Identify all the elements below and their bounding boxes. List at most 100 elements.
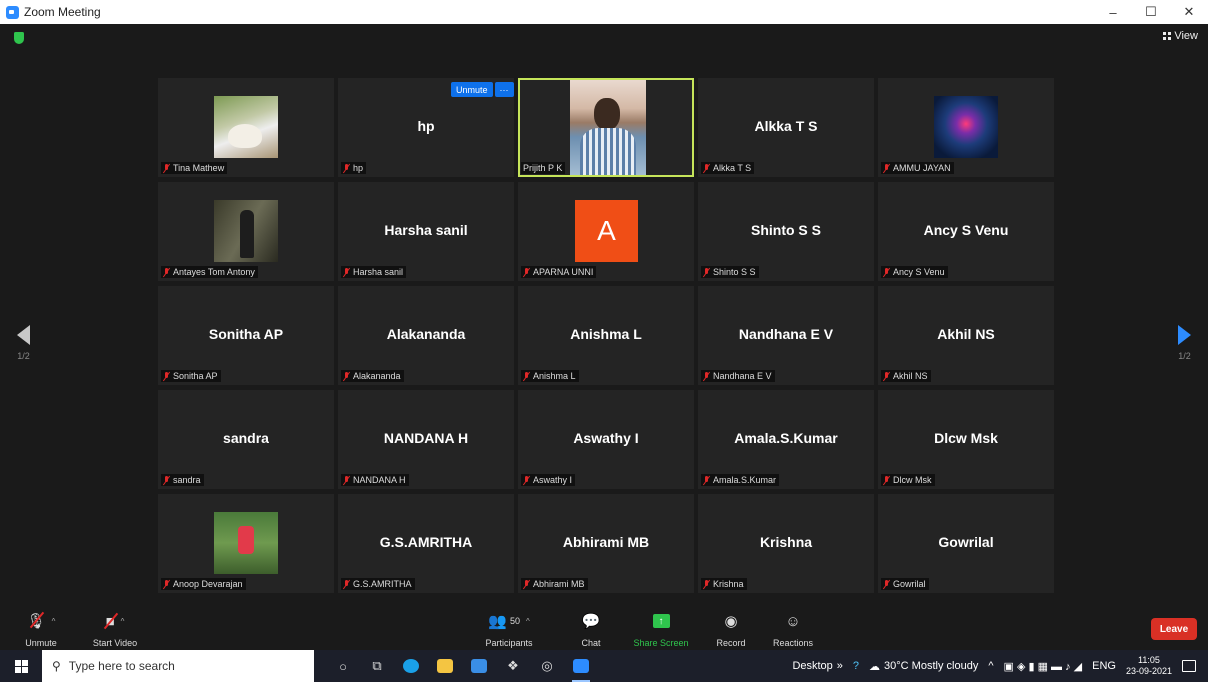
reactions-icon: ☺	[785, 612, 801, 630]
participant-tile[interactable]: Krishna Krishna	[698, 494, 874, 593]
muted-mic-icon	[883, 163, 890, 173]
participant-tile[interactable]: hp hp Unmute ···	[338, 78, 514, 177]
participant-name-label: Abhirami MB	[521, 578, 588, 590]
desktop-toolbar[interactable]: Desktop»	[792, 660, 842, 672]
participant-photo	[214, 512, 278, 574]
chevron-up-icon[interactable]: ^	[52, 617, 56, 626]
close-button[interactable]: ✕	[1170, 0, 1208, 24]
help-icon[interactable]: ?	[853, 660, 859, 672]
previous-page-button[interactable]: 1/2	[17, 325, 30, 361]
participant-tile[interactable]: Antayes Tom Antony	[158, 182, 334, 281]
minimize-button[interactable]: –	[1094, 0, 1132, 24]
reactions-button[interactable]: ☺ Reactions	[758, 606, 828, 649]
record-button[interactable]: ◉ Record	[696, 606, 766, 648]
participant-name-label: NANDANA H	[341, 474, 409, 486]
participant-tile[interactable]: AMMU JAYAN	[878, 78, 1054, 177]
clock[interactable]: 11:05 23-09-2021	[1126, 655, 1172, 677]
participant-name-label: Alkka T S	[701, 162, 755, 174]
encryption-shield-icon[interactable]	[14, 32, 24, 44]
store-icon[interactable]	[462, 650, 496, 682]
participant-tile[interactable]: Anishma L Anishma L	[518, 286, 694, 385]
view-button[interactable]: View	[1163, 30, 1198, 42]
chevron-up-icon[interactable]: ^	[121, 617, 125, 626]
participant-name-label: hp	[341, 162, 367, 174]
participant-tile[interactable]: Shinto S S Shinto S S	[698, 182, 874, 281]
participant-name-label: Amala.S.Kumar	[701, 474, 780, 486]
participant-tile[interactable]: Alkka T S Alkka T S	[698, 78, 874, 177]
zoom-taskbar-icon[interactable]	[564, 650, 598, 682]
search-placeholder: Type here to search	[68, 659, 175, 673]
tray-apps-icons[interactable]: ▣ ◈ ▮ ▦ ▬ ♪ ◢	[1004, 660, 1083, 673]
gallery-grid: Tina Mathew hp hp Unmute ··· Prijith P K Al…	[158, 78, 1056, 594]
next-page-button[interactable]: 1/2	[1178, 325, 1191, 361]
participants-count: 50	[509, 616, 520, 626]
taskbar-search[interactable]: ⚲ Type here to search	[42, 650, 314, 682]
participant-tile[interactable]: Harsha sanil Harsha sanil	[338, 182, 514, 281]
participant-tile[interactable]: Gowrilal Gowrilal	[878, 494, 1054, 593]
cloud-icon: ☁	[869, 660, 881, 673]
participant-tile[interactable]: Aswathy I Aswathy I	[518, 390, 694, 489]
leave-button[interactable]: Leave	[1151, 618, 1197, 640]
participant-tile[interactable]: Amala.S.Kumar Amala.S.Kumar	[698, 390, 874, 489]
dropbox-icon[interactable]: ❖	[496, 650, 530, 682]
unmute-label: Unmute	[25, 638, 57, 648]
participant-name-label: Harsha sanil	[341, 266, 407, 278]
participant-name: Abhirami MB	[533, 579, 585, 589]
maximize-button[interactable]: ☐	[1132, 0, 1170, 24]
participant-name: Akhil NS	[893, 371, 928, 381]
participant-name: Gowrilal	[893, 579, 926, 589]
chat-button[interactable]: 💬 Chat	[556, 606, 626, 648]
participant-tile[interactable]: Akhil NS Akhil NS	[878, 286, 1054, 385]
participant-tile[interactable]: Dlcw Msk Dlcw Msk	[878, 390, 1054, 489]
participant-name: AMMU JAYAN	[893, 163, 951, 173]
participant-name: hp	[353, 163, 364, 173]
task-view-icon[interactable]: ⧉	[360, 650, 394, 682]
chrome-icon[interactable]: ◎	[530, 650, 564, 682]
desktop-label: Desktop	[792, 660, 833, 672]
ask-to-unmute-button[interactable]: Unmute	[451, 82, 493, 97]
chevron-up-icon[interactable]: ^	[526, 617, 530, 626]
participant-display-name: NANDANA H	[383, 430, 469, 446]
file-explorer-icon[interactable]	[428, 650, 462, 682]
participant-display-name: Sonitha AP	[208, 326, 284, 342]
start-video-button[interactable]: ■ ^ Start Video	[80, 606, 150, 649]
participant-name: Krishna	[713, 579, 744, 589]
tray-overflow-icon[interactable]: ^	[988, 660, 993, 672]
participant-tile[interactable]: Nandhana E V Nandhana E V	[698, 286, 874, 385]
cortana-icon[interactable]: ○	[326, 650, 360, 682]
more-options-button[interactable]: ···	[494, 82, 514, 97]
system-tray: Desktop» ? ☁ 30°C Mostly cloudy ^ ▣ ◈ ▮ ▦…	[792, 650, 1208, 682]
participant-name-label: Sonitha AP	[161, 370, 221, 382]
participant-tile[interactable]: Tina Mathew	[158, 78, 334, 177]
weather-widget[interactable]: ☁ 30°C Mostly cloudy	[869, 660, 978, 673]
participant-tile[interactable]: G.S.AMRITHA G.S.AMRITHA	[338, 494, 514, 593]
participant-tile[interactable]: Prijith P K	[518, 78, 694, 177]
participant-tile[interactable]: Anoop Devarajan	[158, 494, 334, 593]
arrow-right-icon	[1178, 325, 1191, 345]
start-button[interactable]	[0, 650, 42, 682]
participant-tile[interactable]: NANDANA H NANDANA H	[338, 390, 514, 489]
participant-tile[interactable]: Ancy S Venu Ancy S Venu	[878, 182, 1054, 281]
muted-mic-icon	[883, 579, 890, 589]
participant-tile[interactable]: sandra sandra	[158, 390, 334, 489]
clock-time: 11:05	[1138, 655, 1160, 665]
share-screen-label: Share Screen	[633, 638, 689, 648]
unmute-button[interactable]: 🎙 ^ Unmute	[6, 606, 76, 648]
participant-tile[interactable]: Abhirami MB Abhirami MB	[518, 494, 694, 593]
participants-button[interactable]: 👥 50 ^ Participants	[474, 606, 544, 648]
participant-tile[interactable]: Sonitha AP Sonitha AP	[158, 286, 334, 385]
participant-name: sandra	[173, 475, 201, 485]
language-indicator[interactable]: ENG	[1092, 660, 1116, 672]
participant-name: Harsha sanil	[353, 267, 404, 277]
title-bar: Zoom Meeting – ☐ ✕	[0, 0, 1208, 24]
participant-tile[interactable]: Alakananda Alakananda	[338, 286, 514, 385]
muted-mic-icon	[523, 371, 530, 381]
start-video-label: Start Video	[92, 638, 138, 648]
notification-icon[interactable]	[1182, 660, 1196, 672]
participant-tile[interactable]: A APARNA UNNI	[518, 182, 694, 281]
participant-name-label: Dlcw Msk	[881, 474, 935, 486]
participant-name-label: Antayes Tom Antony	[161, 266, 258, 278]
participant-display-name: Aswathy I	[573, 430, 639, 446]
edge-icon[interactable]	[394, 650, 428, 682]
share-screen-button[interactable]: ↑ Share Screen	[626, 606, 696, 648]
